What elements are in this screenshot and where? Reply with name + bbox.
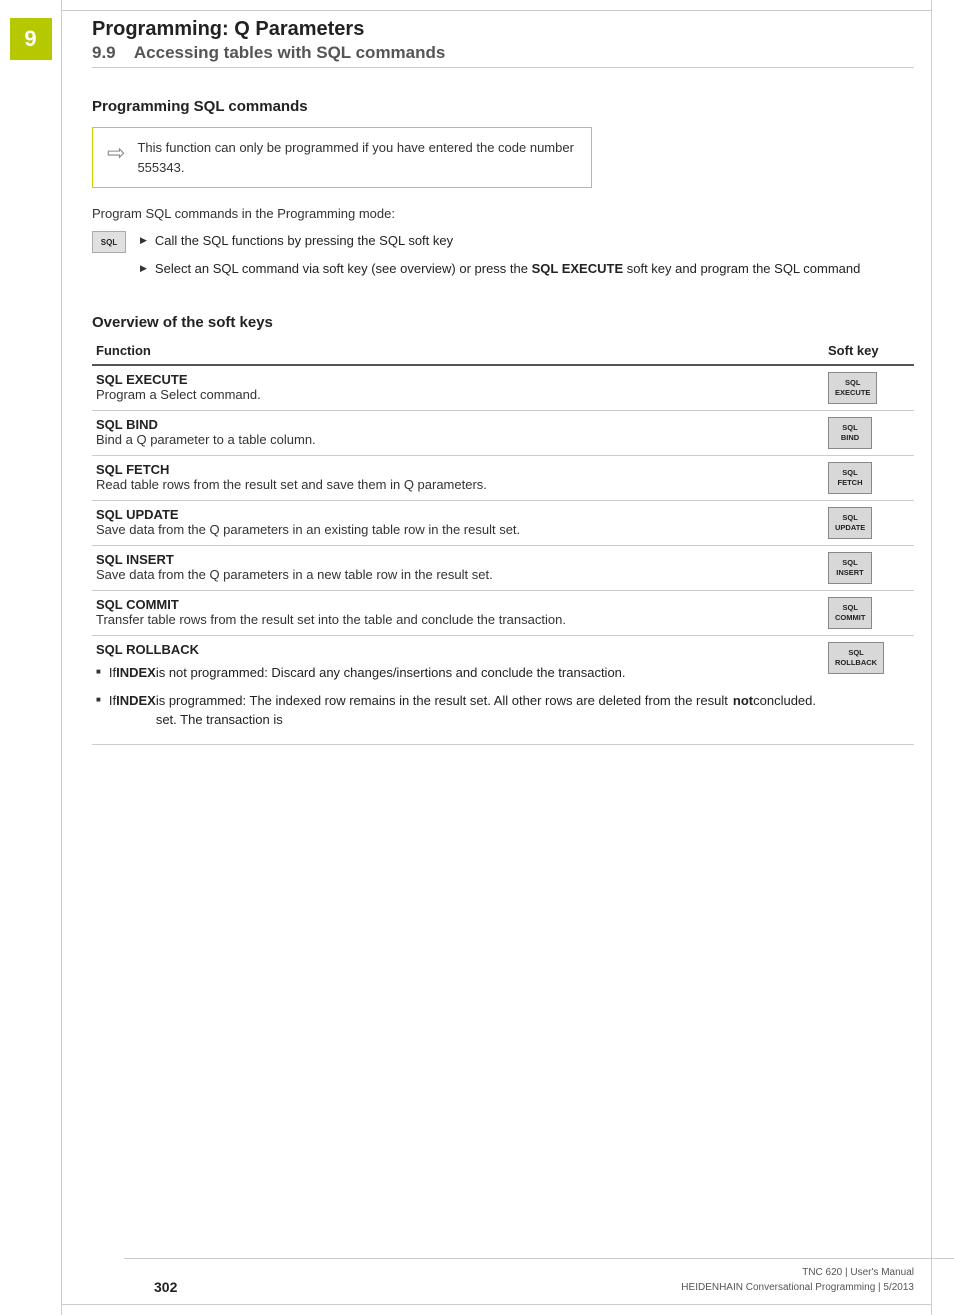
overview-heading: Overview of the soft keys: [92, 314, 914, 331]
intro-text: Program SQL commands in the Programming …: [92, 206, 914, 221]
step-1: Call the SQL functions by pressing the S…: [140, 231, 860, 251]
note-text: This function can only be programmed if …: [137, 138, 577, 177]
softkey-update-cell: SQLUPDATE: [824, 501, 914, 546]
func-update-name: SQL UPDATE: [96, 507, 816, 522]
table-row: SQL EXECUTE Program a Select command. SQ…: [92, 365, 914, 411]
func-insert-name: SQL INSERT: [96, 552, 816, 567]
func-bind-name: SQL BIND: [96, 417, 816, 432]
func-commit-desc: Transfer table rows from the result set …: [96, 612, 816, 627]
step-2: Select an SQL command via soft key (see …: [140, 259, 860, 279]
func-update-desc: Save data from the Q parameters in an ex…: [96, 522, 816, 537]
func-update-cell: SQL UPDATE Save data from the Q paramete…: [92, 501, 824, 546]
func-fetch-name: SQL FETCH: [96, 462, 816, 477]
col-function-header: Function: [92, 339, 824, 365]
func-rollback-name: SQL ROLLBACK: [96, 642, 816, 657]
step-1-text: Call the SQL functions by pressing the S…: [155, 231, 453, 251]
table-row: SQL UPDATE Save data from the Q paramete…: [92, 501, 914, 546]
softkey-fetch-cell: SQLFETCH: [824, 456, 914, 501]
section-title-text: Accessing tables with SQL commands: [134, 43, 445, 62]
table-header-row: Function Soft key: [92, 339, 914, 365]
col-softkey-header: Soft key: [824, 339, 914, 365]
section-title: 9.9 Accessing tables with SQL commands: [92, 43, 914, 63]
rollback-not-bold: not: [733, 691, 753, 711]
footer-text: TNC 620 | User's Manual HEIDENHAIN Conve…: [681, 1265, 914, 1295]
sidebar: 9: [0, 0, 62, 1315]
softkey-insert-cell: SQLINSERT: [824, 546, 914, 591]
softkey-execute-cell: SQLEXECUTE: [824, 365, 914, 411]
page-number: 302: [154, 1279, 177, 1295]
page-footer: 302 TNC 620 | User's Manual HEIDENHAIN C…: [124, 1258, 954, 1295]
func-execute-cell: SQL EXECUTE Program a Select command.: [92, 365, 824, 411]
chapter-number: 9: [10, 18, 52, 60]
softkey-bind-btn: SQLBIND: [828, 417, 872, 449]
table-row: SQL FETCH Read table rows from the resul…: [92, 456, 914, 501]
softkey-commit-btn: SQLCOMMIT: [828, 597, 872, 629]
programming-sql-heading: Programming SQL commands: [92, 98, 914, 115]
step-2-bold: SQL EXECUTE: [532, 261, 624, 276]
main-content: Programming: Q Parameters 9.9 Accessing …: [62, 0, 954, 1315]
func-execute-name: SQL EXECUTE: [96, 372, 816, 387]
func-commit-name: SQL COMMIT: [96, 597, 816, 612]
softkey-execute-btn: SQLEXECUTE: [828, 372, 877, 404]
chapter-title: Programming: Q Parameters: [92, 18, 914, 41]
rollback-bullet-2: If INDEX is programmed: The indexed row …: [96, 691, 816, 730]
rollback-bullet-1: If INDEX is not programmed: Discard any …: [96, 663, 816, 683]
softkey-fetch-btn: SQLFETCH: [828, 462, 872, 494]
footer-line2: HEIDENHAIN Conversational Programming | …: [681, 1282, 914, 1293]
sql-steps-row: SQL Call the SQL functions by pressing t…: [92, 231, 914, 286]
func-rollback-cell: SQL ROLLBACK If INDEX is not programmed:…: [92, 636, 824, 745]
table-row: SQL ROLLBACK If INDEX is not programmed:…: [92, 636, 914, 745]
step-2-text: Select an SQL command via soft key (see …: [155, 259, 860, 279]
note-arrow-icon: ⇨: [107, 140, 125, 166]
softkey-update-btn: SQLUPDATE: [828, 507, 872, 539]
func-fetch-desc: Read table rows from the result set and …: [96, 477, 816, 492]
softkey-bind-cell: SQLBIND: [824, 411, 914, 456]
table-row: SQL COMMIT Transfer table rows from the …: [92, 591, 914, 636]
func-insert-cell: SQL INSERT Save data from the Q paramete…: [92, 546, 824, 591]
table-row: SQL BIND Bind a Q parameter to a table c…: [92, 411, 914, 456]
sql-soft-key: SQL: [92, 231, 126, 253]
func-insert-desc: Save data from the Q parameters in a new…: [96, 567, 816, 582]
func-bind-cell: SQL BIND Bind a Q parameter to a table c…: [92, 411, 824, 456]
table-row: SQL INSERT Save data from the Q paramete…: [92, 546, 914, 591]
steps-list: Call the SQL functions by pressing the S…: [140, 231, 860, 286]
rollback-index-bold-1: INDEX: [116, 663, 156, 683]
rollback-bullets-list: If INDEX is not programmed: Discard any …: [96, 663, 816, 730]
footer-line1: TNC 620 | User's Manual: [802, 1267, 914, 1278]
func-fetch-cell: SQL FETCH Read table rows from the resul…: [92, 456, 824, 501]
softkey-rollback-cell: SQLROLLBACK: [824, 636, 914, 745]
func-execute-desc: Program a Select command.: [96, 387, 816, 402]
page-header: Programming: Q Parameters 9.9 Accessing …: [92, 18, 914, 68]
rollback-index-bold-2: INDEX: [116, 691, 156, 711]
page-container: 9 Programming: Q Parameters 9.9 Accessin…: [0, 0, 954, 1315]
section-number: 9.9: [92, 43, 116, 62]
func-bind-desc: Bind a Q parameter to a table column.: [96, 432, 816, 447]
softkey-commit-cell: SQLCOMMIT: [824, 591, 914, 636]
softkey-rollback-btn: SQLROLLBACK: [828, 642, 884, 674]
softkey-insert-btn: SQLINSERT: [828, 552, 872, 584]
soft-keys-table: Function Soft key SQL EXECUTE Program a …: [92, 339, 914, 745]
func-commit-cell: SQL COMMIT Transfer table rows from the …: [92, 591, 824, 636]
note-box: ⇨ This function can only be programmed i…: [92, 127, 592, 188]
